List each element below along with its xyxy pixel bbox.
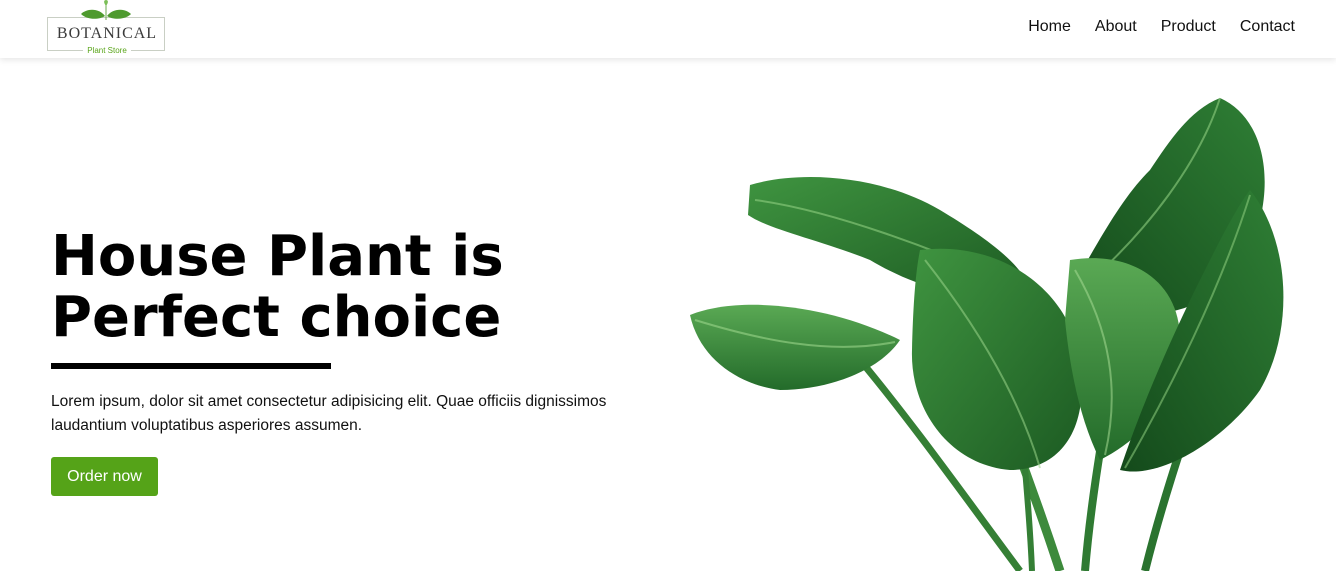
order-now-button[interactable]: Order now — [51, 457, 158, 496]
logo-title: BOTANICAL — [56, 25, 158, 42]
hero-title: House Plant is Perfect choice — [51, 224, 504, 350]
hero-description: Lorem ipsum, dolor sit amet consectetur … — [51, 393, 607, 434]
title-underline — [51, 363, 331, 369]
nav-contact-link[interactable]: Contact — [1240, 18, 1295, 36]
nav-home-link[interactable]: Home — [1028, 18, 1071, 36]
brand-logo[interactable]: BOTANICAL Plant Store — [47, 0, 167, 55]
navbar: BOTANICAL Plant Store Home About Product… — [0, 0, 1336, 58]
nav-about-link[interactable]: About — [1095, 18, 1137, 36]
main-nav: Home About Product Contact — [1028, 18, 1295, 36]
logo-subtitle-text: Plant Store — [83, 46, 131, 55]
nav-product-link[interactable]: Product — [1161, 18, 1216, 36]
leaf-pair-icon — [81, 0, 131, 20]
logo-subtitle: Plant Store — [47, 46, 167, 55]
alocasia-house-plant-image — [690, 97, 1284, 571]
